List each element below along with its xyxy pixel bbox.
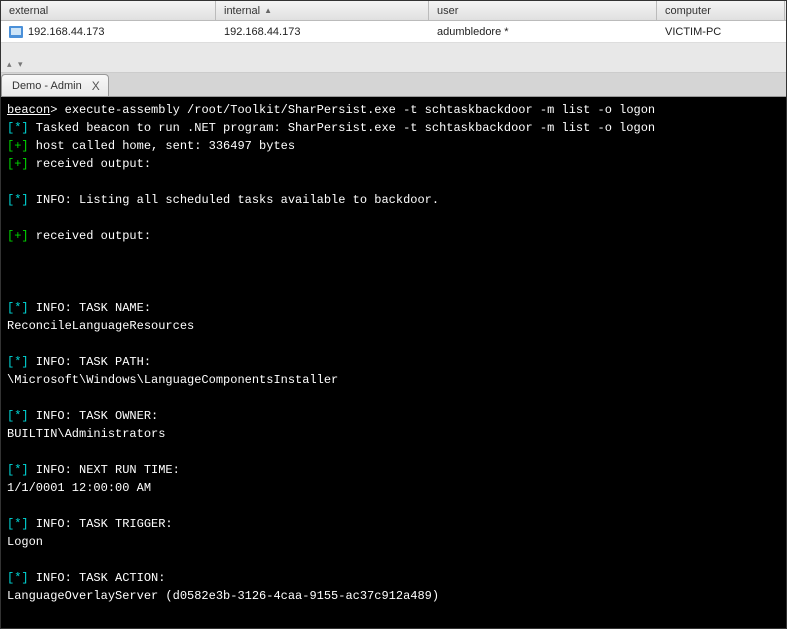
sort-ascending-icon: ▲	[264, 6, 272, 15]
column-header-external[interactable]: external	[1, 1, 216, 20]
col-label: internal	[224, 5, 260, 17]
host-icon	[9, 26, 23, 38]
sessions-table: external internal ▲ user computer 192.16…	[1, 1, 786, 43]
cell-user: adumbledore *	[429, 21, 657, 42]
beacon-console[interactable]: beacon> execute-assembly /root/Toolkit/S…	[1, 97, 786, 628]
tab-close-button[interactable]: X	[92, 79, 100, 93]
col-label: computer	[665, 5, 711, 17]
cell-value: 192.168.44.173	[224, 26, 300, 38]
column-header-computer[interactable]: computer	[657, 1, 785, 20]
splitter-handle-icon: ▴ ▾	[7, 59, 25, 70]
cell-value: VICTIM-PC	[665, 26, 721, 38]
table-row[interactable]: 192.168.44.173 192.168.44.173 adumbledor…	[1, 21, 786, 43]
tab-bar: Demo - Admin X	[1, 73, 786, 97]
cell-computer: VICTIM-PC	[657, 21, 785, 42]
cell-internal: 192.168.44.173	[216, 21, 429, 42]
col-label: user	[437, 5, 458, 17]
table-header-row: external internal ▲ user computer	[1, 1, 786, 21]
tab-label: Demo - Admin	[12, 80, 82, 92]
cell-value: 192.168.44.173	[28, 26, 104, 38]
cell-external: 192.168.44.173	[1, 21, 216, 42]
tab-demo-admin[interactable]: Demo - Admin X	[1, 74, 109, 96]
cell-value: adumbledore *	[437, 26, 509, 38]
col-label: external	[9, 5, 48, 17]
column-header-internal[interactable]: internal ▲	[216, 1, 429, 20]
splitter[interactable]: ▴ ▾	[1, 43, 786, 73]
column-header-user[interactable]: user	[429, 1, 657, 20]
